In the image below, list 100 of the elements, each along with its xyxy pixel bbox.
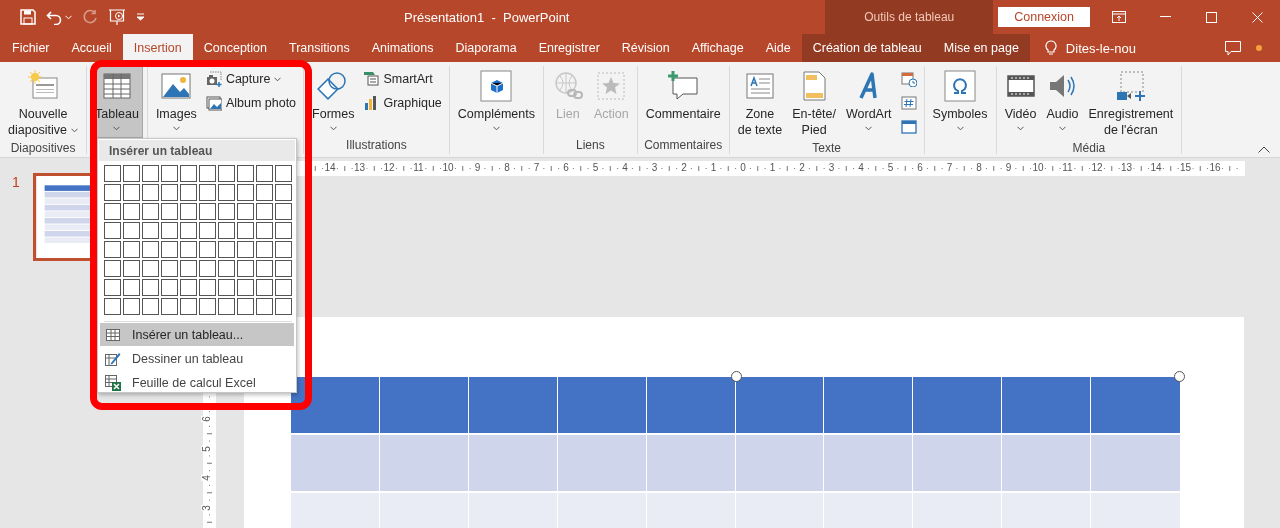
close-icon[interactable] bbox=[1251, 11, 1263, 23]
grid-cell[interactable] bbox=[237, 298, 254, 315]
maximize-icon[interactable] bbox=[1205, 11, 1217, 23]
grid-cell[interactable] bbox=[256, 298, 273, 315]
ribbon-tab[interactable]: Mise en page bbox=[932, 34, 1030, 62]
grid-cell[interactable] bbox=[142, 298, 159, 315]
ribbon-tab[interactable]: Enregistrer bbox=[527, 34, 611, 62]
grid-cell[interactable] bbox=[237, 222, 254, 239]
grid-cell[interactable] bbox=[161, 222, 178, 239]
grid-cell[interactable] bbox=[256, 260, 273, 277]
grid-cell[interactable] bbox=[218, 184, 235, 201]
grid-cell[interactable] bbox=[104, 260, 121, 277]
omega-button[interactable]: Symboles bbox=[928, 66, 992, 138]
sign-in-button[interactable]: Connexion bbox=[998, 7, 1090, 27]
grid-cell[interactable] bbox=[161, 184, 178, 201]
resize-handle[interactable] bbox=[1174, 371, 1185, 382]
grid-cell[interactable] bbox=[104, 165, 121, 182]
grid-cell[interactable] bbox=[123, 222, 140, 239]
smartart-button[interactable]: SmartArt bbox=[360, 68, 445, 90]
comment-icon[interactable] bbox=[1225, 40, 1241, 56]
lightbulb-icon[interactable] bbox=[1044, 40, 1057, 56]
grid-cell[interactable] bbox=[104, 184, 121, 201]
grid-cell[interactable] bbox=[180, 184, 197, 201]
grid-cell[interactable] bbox=[180, 165, 197, 182]
film-button[interactable]: Vidéo bbox=[1000, 66, 1041, 138]
ribbon-tab[interactable]: Diaporama bbox=[444, 34, 528, 62]
grid-cell[interactable] bbox=[199, 203, 216, 220]
grid-cell[interactable] bbox=[161, 260, 178, 277]
ribbon-tab[interactable]: Affichage bbox=[680, 34, 755, 62]
grid-cell[interactable] bbox=[123, 203, 140, 220]
grid-cell[interactable] bbox=[218, 260, 235, 277]
slideshow-icon[interactable] bbox=[108, 8, 126, 26]
grid-cell[interactable] bbox=[180, 279, 197, 296]
grid-cell[interactable] bbox=[123, 241, 140, 258]
grid-cell[interactable] bbox=[142, 203, 159, 220]
tell-me-field[interactable]: Dites-le-nou bbox=[1065, 40, 1136, 56]
minimize-icon[interactable] bbox=[1159, 16, 1171, 18]
grid-cell[interactable] bbox=[180, 203, 197, 220]
grid-cell[interactable] bbox=[275, 184, 292, 201]
resize-handle[interactable] bbox=[731, 371, 742, 382]
grid-cell[interactable] bbox=[104, 203, 121, 220]
grid-cell[interactable] bbox=[123, 279, 140, 296]
ribbon-tab[interactable]: Accueil bbox=[60, 34, 123, 62]
ribbon-tab[interactable]: Aide bbox=[754, 34, 802, 62]
grid-cell[interactable] bbox=[199, 222, 216, 239]
grid-cell[interactable] bbox=[180, 222, 197, 239]
grid-cell[interactable] bbox=[237, 184, 254, 201]
grid-cell[interactable] bbox=[275, 279, 292, 296]
grid-cell[interactable] bbox=[275, 203, 292, 220]
grid-cell[interactable] bbox=[237, 279, 254, 296]
photo-album-button[interactable]: Album photo bbox=[202, 92, 300, 114]
grid-cell[interactable] bbox=[199, 165, 216, 182]
ribbon-tab[interactable]: Fichier bbox=[0, 34, 61, 62]
grid-cell[interactable] bbox=[142, 165, 159, 182]
grid-cell[interactable] bbox=[218, 203, 235, 220]
customize-icon[interactable] bbox=[136, 13, 145, 21]
shapes-button[interactable]: Formes bbox=[308, 66, 359, 138]
cube-button[interactable]: Compléments bbox=[453, 66, 539, 138]
wordart-button[interactable]: WordArt bbox=[842, 66, 896, 138]
grid-cell[interactable] bbox=[123, 184, 140, 201]
caret-icon[interactable] bbox=[65, 14, 72, 20]
grid-cell[interactable] bbox=[161, 241, 178, 258]
grid-cell[interactable] bbox=[237, 241, 254, 258]
grid-cell[interactable] bbox=[237, 203, 254, 220]
grid-cell[interactable] bbox=[180, 260, 197, 277]
undo-icon[interactable] bbox=[46, 9, 62, 25]
camera-button[interactable]: Capture bbox=[202, 68, 300, 90]
grid-cell[interactable] bbox=[142, 222, 159, 239]
grid-cell[interactable] bbox=[256, 203, 273, 220]
ribbon-tab[interactable]: Révision bbox=[610, 34, 681, 62]
grid-cell[interactable] bbox=[199, 184, 216, 201]
grid-cell[interactable] bbox=[161, 298, 178, 315]
menu-item[interactable]: Insérer un tableau... bbox=[100, 323, 294, 346]
grid-cell[interactable] bbox=[218, 241, 235, 258]
grid-cell[interactable] bbox=[142, 279, 159, 296]
grid-cell[interactable] bbox=[199, 279, 216, 296]
grid-cell[interactable] bbox=[218, 165, 235, 182]
new-slide-button[interactable]: Nouvelle diapositive bbox=[4, 66, 83, 141]
grid-cell[interactable] bbox=[256, 184, 273, 201]
grid-cell[interactable] bbox=[218, 279, 235, 296]
grid-cell[interactable] bbox=[104, 222, 121, 239]
grid-cell[interactable] bbox=[142, 184, 159, 201]
grid-cell[interactable] bbox=[161, 165, 178, 182]
collapse-ribbon-icon[interactable] bbox=[1258, 146, 1270, 153]
grid-cell[interactable] bbox=[199, 260, 216, 277]
grid-cell[interactable] bbox=[275, 241, 292, 258]
grid-cell[interactable] bbox=[123, 165, 140, 182]
ribbon-tab[interactable]: Création de tableau bbox=[801, 34, 933, 62]
slide-table[interactable] bbox=[291, 377, 1180, 528]
grid-cell[interactable] bbox=[275, 298, 292, 315]
ribbon-tab[interactable]: Transitions bbox=[278, 34, 361, 62]
grid-cell[interactable] bbox=[256, 165, 273, 182]
add-comment-button[interactable]: Commentaire bbox=[641, 66, 725, 138]
ribbon-tab[interactable]: Insertion bbox=[122, 34, 193, 62]
grid-cell[interactable] bbox=[237, 260, 254, 277]
grid-cell[interactable] bbox=[237, 165, 254, 182]
grid-cell[interactable] bbox=[161, 203, 178, 220]
header-footer-button[interactable]: En-tête/ Pied bbox=[788, 66, 840, 141]
bar-chart-button[interactable]: Graphique bbox=[360, 92, 445, 114]
grid-cell[interactable] bbox=[161, 279, 178, 296]
